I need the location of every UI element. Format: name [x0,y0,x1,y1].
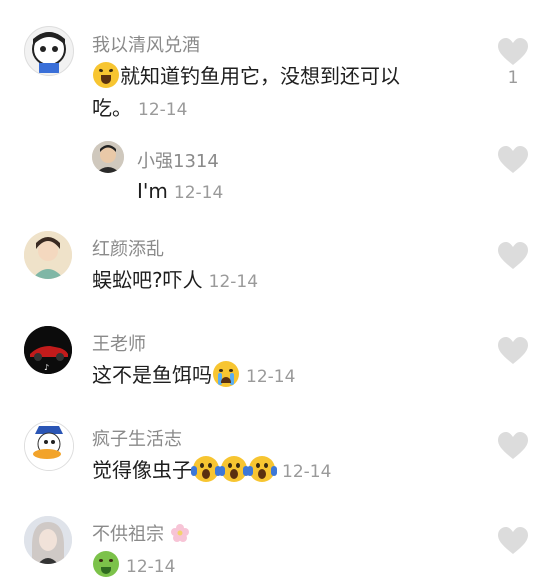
heart-icon[interactable] [498,38,528,66]
avatar[interactable] [92,141,124,173]
cartoon-avatar-icon [32,32,66,73]
like-count: 1 [507,68,519,88]
painting-avatar-icon [24,231,72,279]
comment-text-row: 12-14 [92,550,175,583]
comment-text: I'm [137,179,168,203]
timestamp: 12-14 [246,367,296,387]
car-avatar-icon: ♪ [24,326,72,374]
cherry-blossom-icon [170,524,189,542]
svg-text:♪: ♪ [44,363,49,372]
comment-text: 蜈蚣吧?吓人 [92,268,203,292]
timestamp: 12-14 [282,462,332,482]
sick-emoji-icon [93,551,119,577]
laughing-emoji-icon [93,62,119,88]
comment-text: 这不是鱼饵吗 [92,363,212,387]
screaming-emoji-icon [247,456,277,482]
username[interactable]: 不供祖宗 [92,524,164,545]
comment-text: 就知道钓鱼用它，没想到还可以 [92,61,400,92]
timestamp: 12-14 [138,100,188,120]
username[interactable]: 小强1314 [137,147,219,173]
username[interactable]: 疯子生活志 [92,425,182,451]
screaming-emoji-icon [219,456,249,482]
avatar[interactable] [24,231,72,279]
timestamp: 12-14 [126,557,176,577]
heart-icon[interactable] [498,242,528,270]
timestamp: 12-14 [173,183,224,203]
heart-icon[interactable] [498,146,528,174]
comment-text-row: I'm 12-14 [137,176,223,209]
heart-icon[interactable] [498,527,528,555]
man-avatar-icon [92,141,124,173]
username[interactable]: 王老师 [92,330,146,356]
duck-avatar-icon [25,422,73,470]
crying-emoji-icon [213,361,239,387]
username[interactable]: 我以清风兑酒 [92,31,200,57]
timestamp: 12-14 [208,272,259,292]
comment-text-line1: 就知道钓鱼用它，没想到还可以 [120,64,400,88]
comment-text-line2-row: 吃。 12-14 [92,93,187,126]
comment-text-line2: 吃。 [92,96,132,120]
comment-text: 觉得像虫子 [92,458,192,482]
comment-text-row: 觉得像虫子 12-14 [92,455,331,488]
avatar[interactable]: ♪ [24,326,72,374]
heart-icon[interactable] [498,432,528,460]
comment-text-row: 蜈蚣吧?吓人 12-14 [92,265,258,298]
username-row: 不供祖宗 [92,520,190,546]
avatar[interactable] [24,26,74,76]
avatar[interactable] [24,421,74,471]
avatar[interactable] [24,516,72,564]
screaming-emoji-icon [191,456,221,482]
woman-avatar-icon [24,516,72,564]
username[interactable]: 红颜添乱 [92,235,164,261]
comment-text-row: 这不是鱼饵吗 12-14 [92,360,295,393]
heart-icon[interactable] [498,337,528,365]
